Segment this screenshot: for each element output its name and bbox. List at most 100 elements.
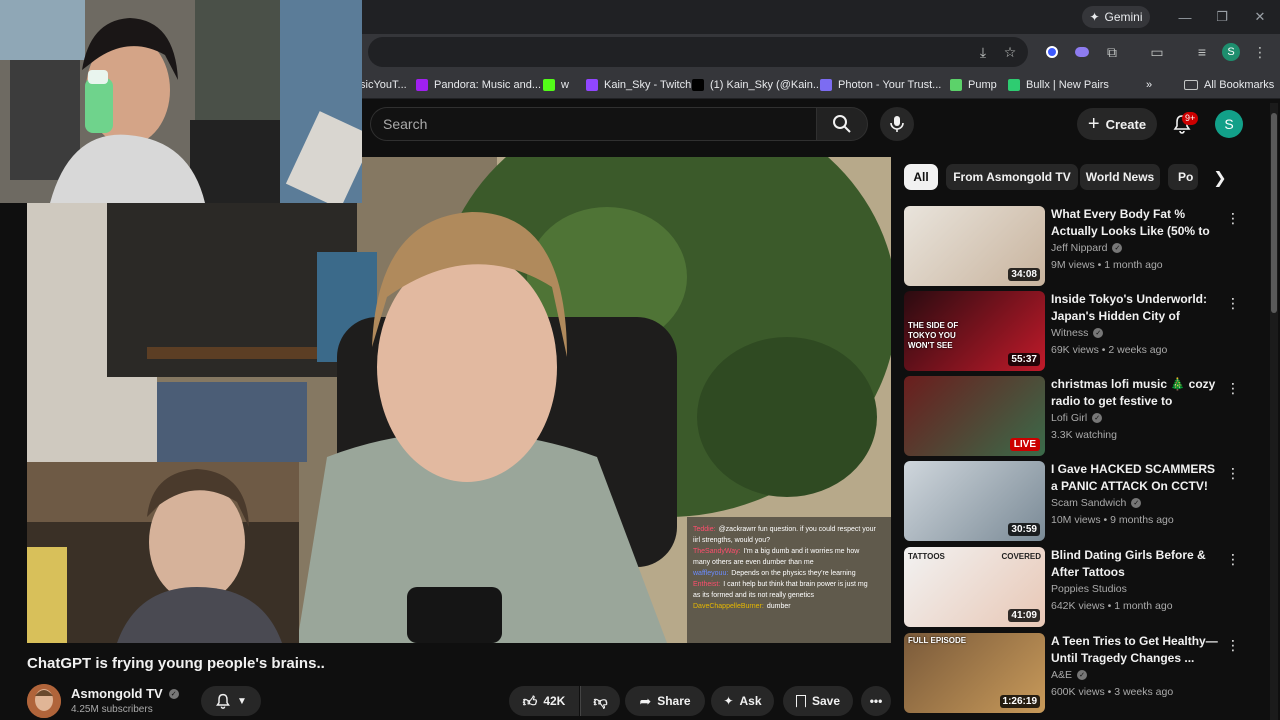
recommended-video-title[interactable]: What Every Body Fat % Actually Looks Lik… bbox=[1051, 206, 1221, 240]
more-options-icon[interactable]: ⋮ bbox=[1226, 635, 1240, 655]
dislike-button[interactable]: 👎︎ bbox=[580, 686, 620, 716]
filter-chip[interactable]: All bbox=[904, 164, 938, 190]
recommended-video-title[interactable]: I Gave HACKED SCAMMERS a PANIC ATTACK On… bbox=[1051, 461, 1221, 495]
bookmark-item[interactable]: sicYouT... bbox=[360, 71, 407, 99]
install-app-icon[interactable]: ⤓ bbox=[973, 42, 993, 62]
recommended-video[interactable]: 34:08 What Every Body Fat % Actually Look… bbox=[904, 206, 1270, 286]
extensions-puzzle-icon[interactable]: ⧉ bbox=[1102, 42, 1122, 62]
duration-badge: 34:08 bbox=[1008, 268, 1040, 281]
recommended-channel-name: Poppies Studios bbox=[1051, 583, 1127, 595]
scrollbar-thumb[interactable] bbox=[1271, 113, 1277, 313]
bookmark-item[interactable]: Pandora: Music and... bbox=[416, 71, 541, 99]
search-button[interactable] bbox=[816, 107, 868, 141]
extension-icon[interactable] bbox=[1042, 42, 1062, 62]
chat-text: I'm a big dumb and it worries me how bbox=[743, 548, 860, 555]
recommended-video-title[interactable]: A Teen Tries to Get Healthy— Until Trage… bbox=[1051, 633, 1221, 667]
bookmark-star-icon[interactable]: ☆ bbox=[1000, 42, 1020, 62]
video-thumbnail[interactable]: TATTOOS COVERED 41:09 bbox=[904, 547, 1045, 627]
chat-text: iirl strengths, would you? bbox=[693, 537, 771, 544]
chat-text: dumber bbox=[766, 603, 791, 610]
video-thumbnail[interactable]: 34:08 bbox=[904, 206, 1045, 286]
bookmark-item[interactable]: Photon - Your Trust... bbox=[820, 71, 941, 99]
ask-button[interactable]: ✦ Ask bbox=[711, 686, 774, 716]
browser-menu-icon[interactable]: ⋮ bbox=[1250, 42, 1270, 62]
filter-chip[interactable]: Po bbox=[1168, 164, 1198, 190]
bookmark-favicon-icon bbox=[820, 79, 832, 91]
media-control-icon[interactable]: ≡ bbox=[1192, 42, 1212, 62]
close-window-icon[interactable]: ✕ bbox=[1245, 6, 1275, 28]
recommended-video[interactable]: FULL EPISODE 1:26:19 A Teen Tries to Get H… bbox=[904, 633, 1270, 713]
bookmark-label: Bullx | New Pairs bbox=[1026, 79, 1109, 91]
video-thumbnail[interactable]: LIVE bbox=[904, 376, 1045, 456]
save-label: Save bbox=[811, 694, 841, 708]
channel-name-link[interactable]: Asmongold TV ✓ bbox=[71, 686, 179, 701]
recommended-channel[interactable]: Jeff Nippard ✓ bbox=[1051, 242, 1123, 254]
video-thumbnail[interactable]: THE SIDE OF TOKYO YOU WON'T SEE 55:37 bbox=[904, 291, 1045, 371]
chips-next-icon[interactable]: ❯ bbox=[1208, 166, 1232, 190]
recommended-video-title[interactable]: christmas lofi music 🎄 cozy radio to get… bbox=[1051, 376, 1221, 410]
filter-chip[interactable]: World News bbox=[1080, 164, 1160, 190]
video-thumbnail[interactable]: FULL EPISODE 1:26:19 bbox=[904, 633, 1045, 713]
like-count: 42K bbox=[543, 694, 566, 708]
all-bookmarks-button[interactable]: All Bookmarks bbox=[1184, 71, 1274, 99]
recommended-video-title[interactable]: Inside Tokyo's Underworld: Japan's Hidde… bbox=[1051, 291, 1221, 325]
create-button[interactable]: + Create bbox=[1077, 108, 1157, 140]
minimize-icon[interactable]: — bbox=[1170, 6, 1200, 28]
like-button[interactable]: 👍︎ 42K bbox=[509, 686, 579, 716]
chat-username: waffleyouu: bbox=[693, 570, 729, 577]
more-options-icon[interactable]: ⋮ bbox=[1226, 463, 1240, 483]
voice-search-button[interactable] bbox=[880, 107, 914, 141]
more-options-icon[interactable]: ⋮ bbox=[1226, 293, 1240, 313]
recommended-video[interactable]: THE SIDE OF TOKYO YOU WON'T SEE 55:37 Insi… bbox=[904, 291, 1270, 371]
address-bar[interactable] bbox=[368, 37, 1028, 67]
recommended-channel[interactable]: Scam Sandwich ✓ bbox=[1051, 497, 1142, 509]
browser-profile-avatar[interactable]: S bbox=[1222, 43, 1240, 61]
account-avatar[interactable]: S bbox=[1215, 110, 1243, 138]
more-bookmarks-icon: » bbox=[1146, 79, 1153, 91]
verified-icon: ✓ bbox=[1131, 498, 1142, 508]
thumbs-down-icon: 👎︎ bbox=[593, 692, 608, 709]
chat-text: as its formed and its not really genetic… bbox=[693, 592, 815, 599]
recommended-video[interactable]: LIVE christmas lofi music 🎄 cozy radio to… bbox=[904, 376, 1270, 456]
bookmark-item[interactable]: Pump bbox=[950, 71, 997, 99]
subscriber-count: 4.25M subscribers bbox=[71, 704, 153, 715]
recommended-channel[interactable]: Poppies Studios bbox=[1051, 583, 1127, 595]
recommended-channel[interactable]: Lofi Girl ✓ bbox=[1051, 412, 1103, 424]
search-input[interactable]: Search bbox=[370, 107, 816, 141]
bookmark-item[interactable]: Kain_Sky - Twitch bbox=[586, 71, 691, 99]
tab-search-icon[interactable]: ▭ bbox=[1147, 42, 1167, 62]
bookmark-item[interactable]: (1) Kain_Sky (@Kain... bbox=[692, 71, 822, 99]
verified-icon: ✓ bbox=[1093, 328, 1104, 338]
save-button[interactable]: Save bbox=[783, 686, 853, 716]
chat-message: iirl strengths, would you? bbox=[693, 535, 876, 546]
more-actions-button[interactable]: ••• bbox=[861, 686, 891, 716]
notification-count-badge: 9+ bbox=[1182, 112, 1199, 125]
more-options-icon[interactable]: ⋮ bbox=[1226, 378, 1240, 398]
more-bookmarks-button[interactable]: » bbox=[1146, 71, 1152, 99]
recommended-video[interactable]: 30:59 I Gave HACKED SCAMMERS a PANIC ATTA… bbox=[904, 461, 1270, 541]
recommended-channel-name: Lofi Girl bbox=[1051, 412, 1088, 424]
recommended-video-title[interactable]: Blind Dating Girls Before & After Tattoo… bbox=[1051, 547, 1221, 581]
bookmark-item[interactable]: w bbox=[543, 71, 569, 99]
restore-icon[interactable]: ❐ bbox=[1207, 6, 1237, 28]
duration-badge: 1:26:19 bbox=[999, 695, 1040, 708]
recommended-channel[interactable]: Witness ✓ bbox=[1051, 327, 1104, 339]
bell-icon bbox=[216, 693, 230, 709]
share-button[interactable]: ➦ Share bbox=[625, 686, 705, 716]
gemini-button[interactable]: ✦ Gemini bbox=[1082, 6, 1150, 28]
ask-label: Ask bbox=[739, 694, 762, 708]
more-options-icon[interactable]: ⋮ bbox=[1226, 208, 1240, 228]
extension-phantom-icon[interactable] bbox=[1072, 42, 1092, 62]
subscribe-notifications-button[interactable]: ▼ bbox=[201, 686, 261, 716]
chat-message: waffleyouu: Depends on the physics they'r… bbox=[693, 568, 876, 579]
recommended-video[interactable]: TATTOOS COVERED 41:09 Blind Dating Girls Be… bbox=[904, 547, 1270, 627]
bookmark-item[interactable]: Bullx | New Pairs bbox=[1008, 71, 1109, 99]
bookmark-icon bbox=[795, 694, 806, 708]
video-thumbnail[interactable]: 30:59 bbox=[904, 461, 1045, 541]
video-player[interactable]: Teddie: @zackrawrr fun question. if you c… bbox=[27, 157, 891, 643]
more-options-icon[interactable]: ⋮ bbox=[1226, 549, 1240, 569]
channel-avatar[interactable] bbox=[27, 684, 61, 718]
recommended-channel[interactable]: A&E ✓ bbox=[1051, 669, 1088, 681]
create-label: Create bbox=[1105, 116, 1147, 132]
filter-chip[interactable]: From Asmongold TV bbox=[946, 164, 1078, 190]
